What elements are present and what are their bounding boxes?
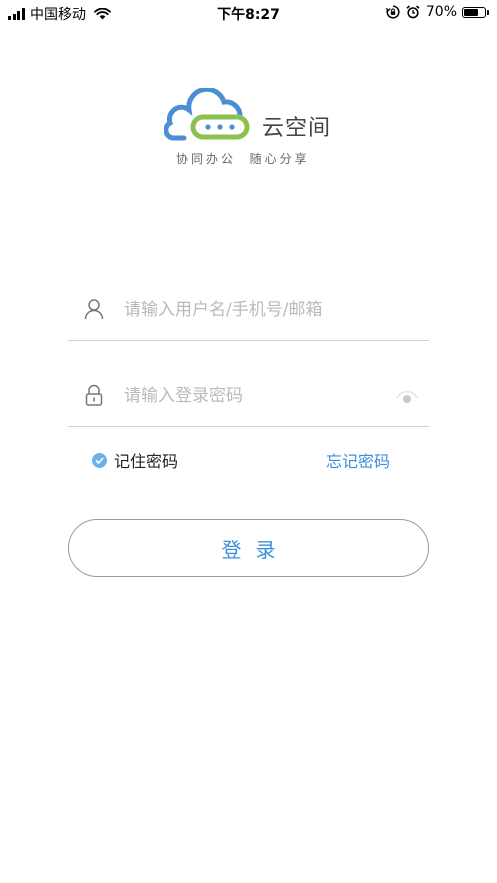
cloud-logo-icon (164, 88, 250, 141)
app-logo: 云空间 协同办公 随心分享 (164, 88, 344, 168)
status-bar: 中国移动 下午8:27 70% (0, 0, 497, 26)
alarm-icon (406, 5, 420, 19)
username-field (68, 280, 429, 341)
user-icon (84, 299, 104, 320)
app-tagline: 协同办公 随心分享 (176, 152, 310, 166)
forgot-password-link[interactable]: 忘记密码 (326, 448, 390, 472)
status-right: 70% (385, 4, 489, 20)
remember-row: 记住密码 忘记密码 (92, 448, 392, 472)
username-input[interactable] (122, 294, 396, 326)
password-field (68, 366, 429, 427)
remember-password-checkbox[interactable]: 记住密码 (92, 448, 178, 472)
lock-icon (85, 384, 103, 406)
battery-level (464, 8, 478, 16)
login-button-label: 登录 (221, 537, 290, 562)
login-screen: 中国移动 下午8:27 70% 云空间 协同办公 随心分享 请输入用户名/手机号… (0, 0, 497, 883)
battery-percent: 70% (425, 4, 457, 20)
battery-icon (462, 6, 486, 18)
app-name: 云空间 (262, 116, 332, 141)
password-input[interactable] (122, 380, 396, 412)
remember-password-label: 记住密码 (114, 452, 179, 471)
checkmark-icon (92, 452, 107, 468)
battery-cap (487, 9, 489, 15)
show-password-icon[interactable] (395, 386, 419, 406)
rotation-lock-icon (385, 5, 400, 19)
login-button[interactable]: 登录 (68, 519, 429, 577)
